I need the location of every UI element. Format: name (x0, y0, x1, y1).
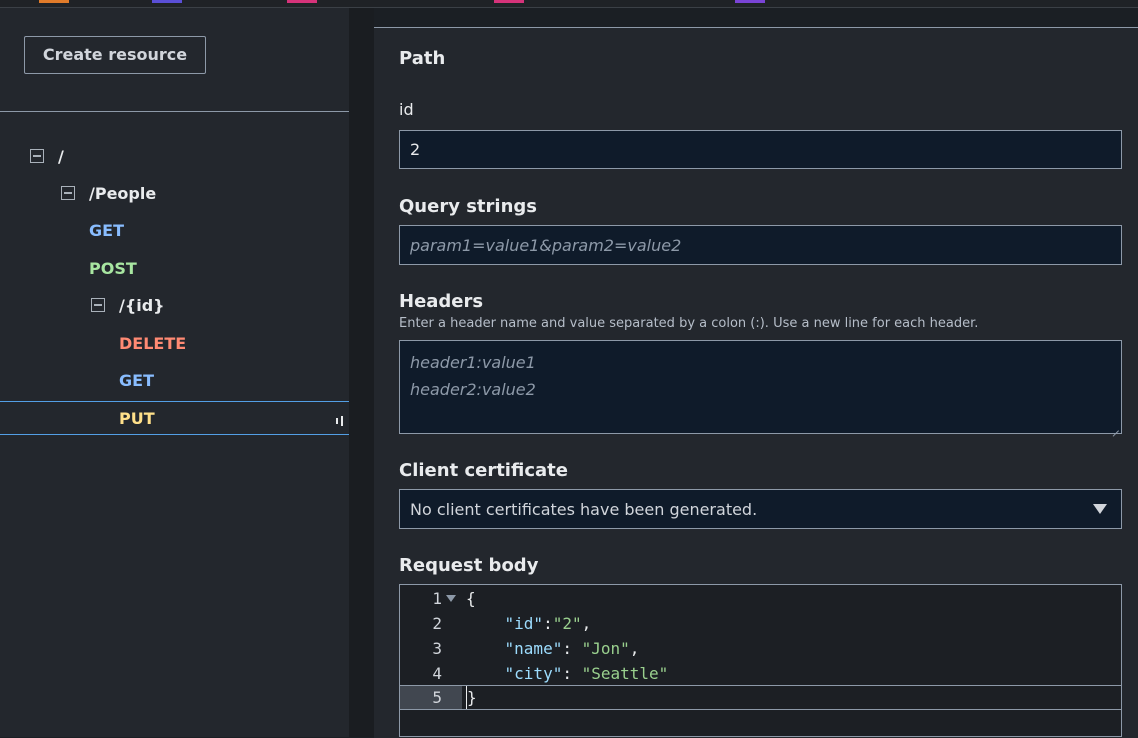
tree-item-id-delete[interactable]: DELETE (119, 331, 186, 355)
resource-path: / (58, 146, 64, 166)
code-text: } (466, 686, 477, 709)
tree-item-people-get[interactable]: GET (89, 218, 124, 242)
tab-marker (287, 0, 317, 3)
method-get: GET (89, 220, 124, 240)
line-number: 2 (432, 614, 442, 633)
panel-divider (0, 111, 349, 112)
tree-item-id-put[interactable]: PUT (119, 406, 155, 430)
method-post: POST (89, 258, 137, 278)
headers-section-title: Headers (399, 291, 484, 312)
active-code-line: 5 } (400, 685, 1121, 710)
tree-item-root[interactable]: / (30, 144, 64, 168)
tree-item-people[interactable]: /People (61, 181, 156, 205)
code-text: { (466, 589, 476, 608)
client-cert-value: No client certificates have been generat… (410, 499, 758, 519)
line-number: 1 (432, 589, 442, 608)
path-id-value: 2 (410, 140, 421, 159)
top-nav-strip (0, 0, 1138, 8)
tree-item-id[interactable]: /{id} (91, 293, 165, 317)
query-placeholder: param1=value1&param2=value2 (410, 235, 682, 255)
resource-path: /People (89, 183, 157, 203)
code-line: 1 { (400, 586, 1121, 611)
tree-item-id-get[interactable]: GET (119, 368, 154, 392)
headers-placeholder-line: header1:value1 (410, 353, 536, 372)
client-cert-section-title: Client certificate (399, 460, 568, 481)
headers-placeholder-line: header2:value2 (410, 380, 536, 399)
code-line: 3 "name": "Jon", (400, 636, 1121, 661)
collapse-icon[interactable] (91, 298, 105, 312)
resource-path: /{id} (119, 295, 165, 315)
line-number: 5 (432, 688, 442, 707)
tab-marker (494, 0, 524, 3)
method-delete: DELETE (119, 333, 187, 353)
tab-marker (735, 0, 765, 3)
code-text: "id":"2", (504, 614, 592, 633)
client-cert-select[interactable]: No client certificates have been generat… (399, 489, 1122, 529)
code-line: 4 "city": "Seattle" (400, 661, 1121, 686)
textarea-resize-icon[interactable] (1111, 423, 1119, 431)
tab-marker (39, 0, 69, 3)
panel-resize-handle[interactable] (336, 413, 344, 429)
request-body-section-title: Request body (399, 555, 539, 576)
caret-down-icon (1093, 504, 1107, 514)
path-id-input[interactable]: 2 (399, 130, 1122, 169)
fold-arrow-icon[interactable] (446, 595, 456, 602)
line-number: 3 (432, 639, 442, 658)
query-strings-input[interactable]: param1=value1&param2=value2 (399, 225, 1122, 265)
method-put: PUT (119, 408, 155, 428)
collapse-icon[interactable] (30, 149, 44, 163)
code-text: "name": "Jon", (504, 639, 640, 658)
headers-textarea[interactable]: header1:value1 header2:value2 (399, 340, 1122, 434)
request-body-editor[interactable]: 1 { 2 "id":"2", 3 "name": "Jon", 4 "city… (399, 584, 1122, 737)
panel-gutter (349, 8, 374, 737)
code-line: 2 "id":"2", (400, 611, 1121, 636)
collapse-icon[interactable] (61, 186, 75, 200)
code-text: "city": "Seattle" (504, 664, 669, 683)
path-id-label: id (399, 100, 414, 119)
create-resource-button[interactable]: Create resource (24, 36, 206, 74)
selected-row-highlight (0, 401, 349, 435)
method-get: GET (119, 370, 154, 390)
tree-item-people-post[interactable]: POST (89, 256, 137, 280)
line-number: 4 (432, 664, 442, 683)
tab-marker (152, 0, 182, 3)
query-section-title: Query strings (399, 196, 537, 217)
headers-hint: Enter a header name and value separated … (399, 316, 979, 331)
path-section-title: Path (399, 48, 446, 69)
resource-tree-panel (0, 8, 349, 737)
